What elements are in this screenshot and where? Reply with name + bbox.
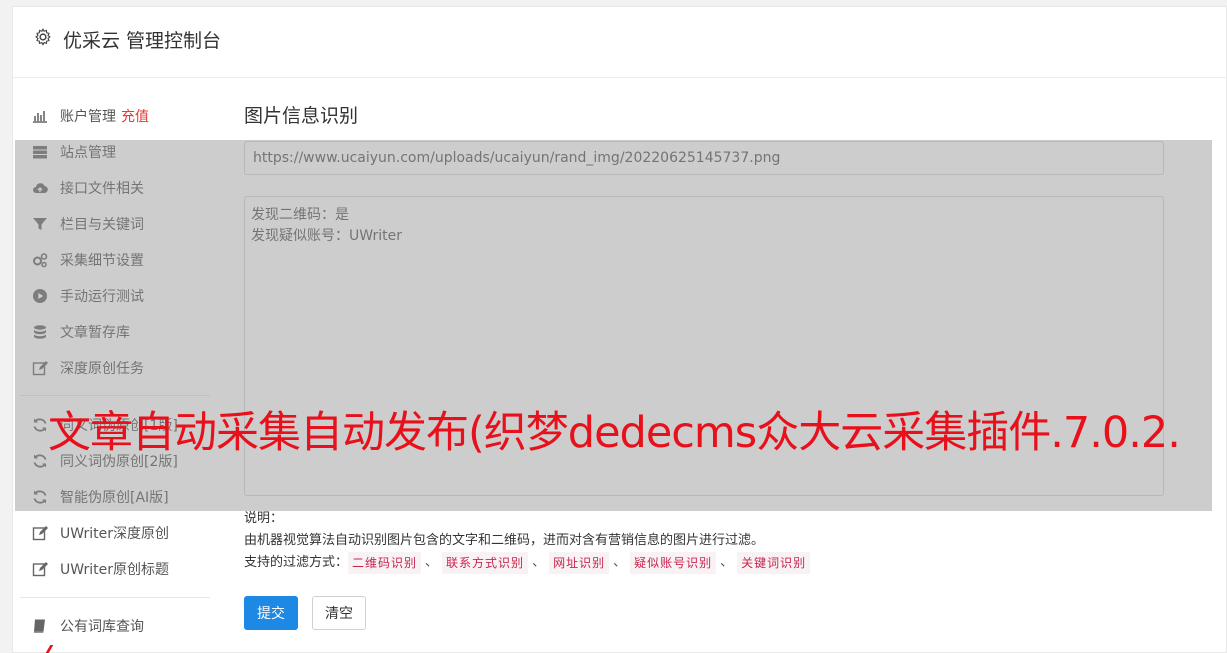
sidebar-item-manual-run[interactable]: 手动运行测试 — [20, 281, 210, 311]
sidebar-item-label: 深度原创任务 — [60, 361, 144, 377]
sidebar-divider — [20, 395, 210, 396]
sidebar-item-label: 接口文件相关 — [60, 181, 144, 197]
notes-description: 由机器视觉算法自动识别图片包含的文字和二维码，进而对含有营销信息的图片进行过滤。 — [244, 533, 765, 548]
gear-icon — [34, 28, 52, 46]
separator: 、 — [613, 555, 627, 570]
result-line: 发现疑似账号：UWriter — [251, 228, 402, 244]
filter-tag: 网址识别 — [549, 552, 610, 574]
sidebar-item-label: 智能伪原创[AI版] — [60, 490, 169, 506]
page-header: 优采云 管理控制台 — [13, 7, 1227, 78]
watermark-caption: 文章自动采集自动发布(织梦dedecms众大云采集插件.7.0.2. — [48, 408, 1181, 458]
page-title: 优采云 管理控制台 — [63, 30, 222, 52]
sidebar-item-account[interactable]: 账户管理 充值 — [20, 101, 210, 131]
separator: 、 — [532, 555, 546, 570]
sidebar-item-sites[interactable]: 站点管理 — [20, 137, 210, 167]
sidebar-item-collect-settings[interactable]: 采集细节设置 — [20, 245, 210, 275]
edit-icon — [31, 359, 49, 377]
refresh-icon — [31, 452, 49, 470]
sidebar-item-label: 账户管理 — [60, 109, 116, 125]
sidebar-item-label: 公有词库查询 — [60, 619, 144, 635]
sidebar-item-public-lexicon[interactable]: 公有词库查询 — [20, 611, 210, 641]
sidebar-item-label: 站点管理 — [60, 145, 116, 161]
image-url-input[interactable] — [244, 141, 1164, 175]
server-icon — [31, 143, 49, 161]
sidebar-item-label: UWriter深度原创 — [60, 526, 169, 542]
filter-tag: 二维码识别 — [348, 552, 422, 574]
separator: 、 — [720, 555, 734, 570]
filter-tag: 疑似账号识别 — [630, 552, 717, 574]
separator: 、 — [425, 555, 439, 570]
sidebar-item-columns[interactable]: 栏目与关键词 — [20, 209, 210, 239]
sidebar-item-label: 采集细节设置 — [60, 253, 144, 269]
book-icon — [31, 617, 49, 635]
filter-methods: 支持的过滤方式： 二维码识别 、 联系方式识别 、 网址识别 、 疑似账号识别 … — [244, 552, 811, 574]
filter-tag: 关键词识别 — [737, 552, 811, 574]
sidebar-item-label: UWriter原创标题 — [60, 562, 169, 578]
edit-icon — [31, 560, 49, 578]
submit-button[interactable]: 提交 — [244, 596, 298, 630]
notes-heading: 说明： — [244, 511, 284, 526]
sidebar-divider — [20, 597, 210, 598]
filter-icon — [31, 215, 49, 233]
sidebar-item-uwriter-deep[interactable]: UWriter深度原创 — [20, 518, 210, 548]
bar-chart-icon — [31, 107, 49, 125]
recharge-link[interactable]: 充值 — [121, 106, 149, 126]
play-circle-icon — [31, 287, 49, 305]
sidebar-item-label: 手动运行测试 — [60, 289, 144, 305]
sidebar-item-uwriter-title[interactable]: UWriter原创标题 — [20, 554, 210, 584]
sidebar-item-interface[interactable]: 接口文件相关 — [20, 173, 210, 203]
sidebar-item-deep-original[interactable]: 深度原创任务 — [20, 353, 210, 383]
refresh-icon — [31, 488, 49, 506]
filter-label: 支持的过滤方式： — [244, 555, 349, 570]
sidebar-item-smart-ai[interactable]: 智能伪原创[AI版] — [20, 482, 210, 512]
database-icon — [31, 323, 49, 341]
refresh-icon — [31, 416, 49, 434]
gears-icon — [31, 251, 49, 269]
notes-section: 说明： 由机器视觉算法自动识别图片包含的文字和二维码，进而对含有营销信息的图片进… — [244, 508, 811, 574]
sidebar-item-label: 栏目与关键词 — [60, 217, 144, 233]
sidebar-item-label: 文章暂存库 — [60, 325, 130, 341]
edit-icon — [31, 524, 49, 542]
filter-tag: 联系方式识别 — [442, 552, 529, 574]
sidebar-item-article-storage[interactable]: 文章暂存库 — [20, 317, 210, 347]
result-line: 发现二维码：是 — [251, 207, 349, 223]
clear-button[interactable]: 清空 — [312, 596, 366, 630]
cloud-upload-icon — [31, 179, 49, 197]
section-title: 图片信息识别 — [244, 105, 359, 127]
